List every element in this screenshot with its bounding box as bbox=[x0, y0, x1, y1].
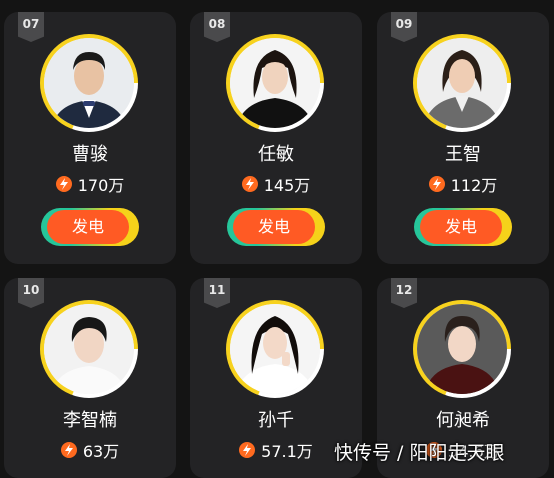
watermark: 快传号 / 阳阳走天眼 bbox=[334, 442, 505, 464]
avatar-ring bbox=[40, 34, 138, 132]
avatar-ring bbox=[40, 300, 138, 398]
charge-button-wrap: 发电 bbox=[41, 208, 139, 246]
vote-count: 63万 bbox=[4, 438, 176, 462]
vote-count-value: 63万 bbox=[82, 442, 120, 461]
vote-count: 170万 bbox=[4, 172, 176, 196]
idol-name: 王智 bbox=[445, 144, 481, 165]
lightning-bolt-icon bbox=[241, 176, 258, 192]
charge-button-wrap: 发电 bbox=[227, 208, 325, 246]
avatar-ring bbox=[413, 34, 511, 132]
ranking-card[interactable]: 08 任敏 145万 发电 bbox=[190, 12, 362, 264]
vote-count: 112万 bbox=[377, 172, 549, 196]
ranking-card[interactable]: 07 曹骏 170万 发电 bbox=[4, 12, 176, 264]
avatar-ring bbox=[226, 34, 324, 132]
idol-name: 任敏 bbox=[258, 144, 294, 165]
charge-button[interactable]: 发电 bbox=[420, 210, 502, 244]
rank-badge: 08 bbox=[204, 12, 230, 42]
lightning-bolt-icon bbox=[428, 176, 445, 192]
lightning-bolt-icon bbox=[239, 442, 256, 458]
idol-name: 曹骏 bbox=[72, 144, 108, 165]
vote-count-value: 112万 bbox=[450, 176, 498, 195]
avatar bbox=[230, 304, 320, 394]
vote-count-value: 57.1万 bbox=[261, 442, 313, 461]
avatar bbox=[44, 38, 134, 128]
avatar bbox=[44, 304, 134, 394]
idol-ranking-grid: 07 曹骏 170万 发电 08 任敏 145万 发电 09 王智 112万 发… bbox=[0, 0, 554, 478]
vote-count-value: 145万 bbox=[263, 176, 311, 195]
avatar bbox=[417, 38, 507, 128]
rank-badge: 11 bbox=[204, 278, 230, 308]
rank-badge: 12 bbox=[391, 278, 417, 308]
idol-name: 何昶希 bbox=[436, 410, 490, 431]
avatar bbox=[417, 304, 507, 394]
idol-name: 李智楠 bbox=[63, 410, 117, 431]
avatar bbox=[230, 38, 320, 128]
lightning-bolt-icon bbox=[55, 176, 72, 192]
lightning-bolt-icon bbox=[60, 442, 77, 458]
rank-badge: 07 bbox=[18, 12, 44, 42]
avatar-ring bbox=[413, 300, 511, 398]
rank-badge: 10 bbox=[18, 278, 44, 308]
idol-name: 孙千 bbox=[258, 410, 294, 431]
avatar-ring bbox=[226, 300, 324, 398]
ranking-card[interactable]: 10 李智楠 63万 bbox=[4, 278, 176, 478]
charge-button-wrap: 发电 bbox=[414, 208, 512, 246]
ranking-card[interactable]: 09 王智 112万 发电 bbox=[377, 12, 549, 264]
vote-count: 145万 bbox=[190, 172, 362, 196]
rank-badge: 09 bbox=[391, 12, 417, 42]
charge-button[interactable]: 发电 bbox=[233, 210, 315, 244]
charge-button[interactable]: 发电 bbox=[47, 210, 129, 244]
vote-count-value: 170万 bbox=[77, 176, 125, 195]
